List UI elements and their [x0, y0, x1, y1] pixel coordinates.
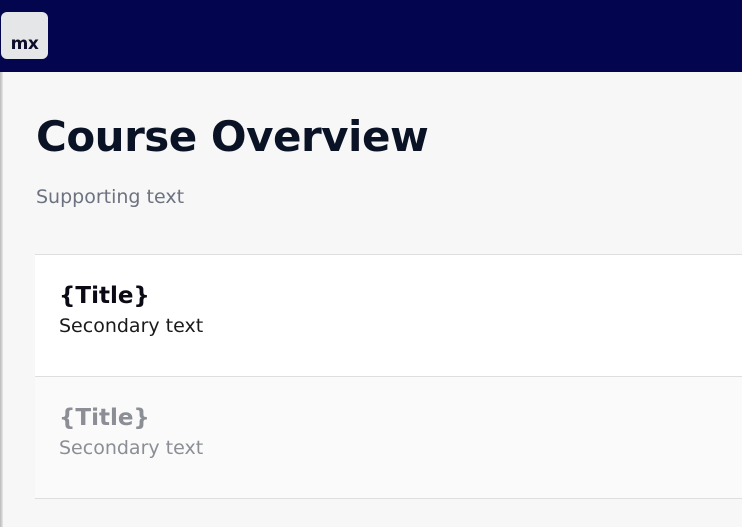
list-item-title: {Title} [59, 405, 150, 431]
main-content: Course Overview Supporting text {Title} … [3, 72, 742, 527]
list-item-title: {Title} [59, 283, 150, 309]
logo-text: mx [10, 34, 39, 54]
list-item[interactable]: {Title} Secondary text [35, 255, 742, 377]
page-title: Course Overview [36, 112, 429, 161]
top-navigation-bar: mx [0, 0, 742, 72]
page-supporting-text: Supporting text [36, 186, 185, 208]
list-item-secondary-text: Secondary text [59, 314, 204, 337]
list-item: {Title} Secondary text [35, 377, 742, 499]
course-list: {Title} Secondary text {Title} Secondary… [35, 254, 742, 499]
app-logo[interactable]: mx [1, 12, 48, 59]
list-item-secondary-text: Secondary text [59, 436, 204, 459]
